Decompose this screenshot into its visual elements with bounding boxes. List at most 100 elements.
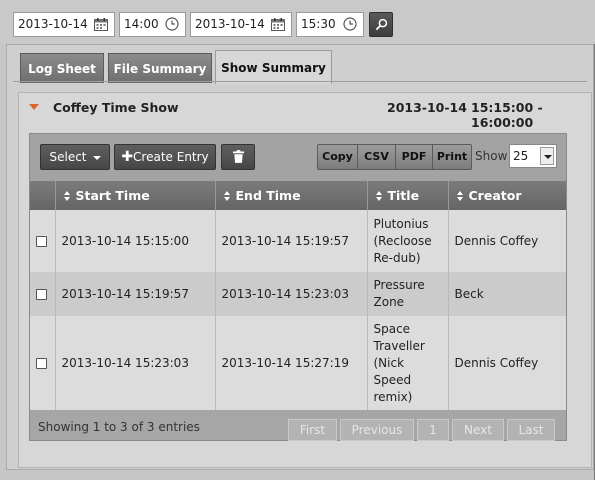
pager-label: First	[299, 423, 326, 437]
pager-label: 1	[429, 423, 437, 437]
create-entry-button[interactable]: ✚Create Entry	[114, 144, 216, 170]
tab-log-sheet[interactable]: Log Sheet	[20, 53, 104, 83]
column-header-creator[interactable]: Creator	[448, 181, 566, 210]
select-column-header	[30, 181, 56, 210]
pager-label: Previous	[351, 423, 403, 437]
start-date-field[interactable]: 2013-10-14	[13, 12, 115, 37]
row-checkbox-cell	[30, 316, 56, 411]
sort-icon	[456, 191, 464, 202]
export-button-group: Copy CSV PDF Print	[317, 144, 472, 170]
title-cell: Pressure Zone	[367, 272, 449, 316]
title-cell: Plutonius (Recloose Re-dub)	[367, 210, 449, 272]
creator-cell: Beck	[448, 272, 566, 316]
tab-label: File Summary	[113, 62, 207, 76]
chevron-down-icon[interactable]	[540, 147, 554, 165]
end-time-cell: 2013-10-14 15:19:57	[215, 210, 368, 272]
table-row[interactable]: 2013-10-14 15:23:03 2013-10-14 15:27:19 …	[30, 316, 566, 411]
end-time-value: 15:30	[301, 17, 336, 31]
creator-cell: Dennis Coffey	[448, 316, 566, 411]
pdf-label: PDF	[401, 150, 427, 163]
tab-label: Log Sheet	[28, 62, 96, 76]
pager-first-button[interactable]: First	[288, 419, 337, 441]
show-time-range: 15:15:00 - 16:00:00	[471, 100, 543, 130]
start-time-cell: 2013-10-14 15:19:57	[55, 272, 216, 316]
start-time-cell: 2013-10-14 15:23:03	[55, 316, 216, 411]
pager-label: Next	[464, 423, 492, 437]
title-line: Zone	[373, 295, 405, 309]
end-date-value: 2013-10-14	[195, 17, 265, 31]
end-time-field[interactable]: 15:30	[296, 12, 364, 37]
sort-icon	[223, 191, 231, 202]
select-dropdown-button[interactable]: Select	[40, 144, 110, 170]
table-toolbar: Select ✚Create Entry Copy CSV PDF Print …	[30, 134, 566, 181]
page-size-value: 25	[513, 149, 529, 163]
column-label: Creator	[468, 188, 522, 203]
column-label: Title	[387, 188, 420, 203]
title-line: Speed	[373, 373, 412, 387]
pager-page-1-button[interactable]: 1	[417, 419, 449, 441]
pager-label: Last	[518, 423, 544, 437]
start-time-value: 14:00	[124, 17, 159, 31]
app-frame: 2013-10-14 14:00 2013-10-14 15:30 Log Sh…	[0, 0, 595, 480]
title-line: Re-dub)	[373, 250, 421, 265]
tab-show-summary[interactable]: Show Summary	[215, 50, 332, 84]
copy-button[interactable]: Copy	[318, 145, 358, 169]
title-line: Space	[373, 322, 411, 336]
column-header-start-time[interactable]: Start Time	[55, 181, 216, 210]
column-header-title[interactable]: Title	[367, 181, 449, 210]
clock-icon[interactable]	[343, 17, 357, 31]
title-line: Pressure	[373, 278, 425, 292]
end-time-cell: 2013-10-14 15:23:03	[215, 272, 368, 316]
pager-last-button[interactable]: Last	[507, 419, 555, 441]
page-size-label: Show	[475, 149, 508, 163]
chevron-down-icon	[92, 155, 101, 160]
csv-label: CSV	[364, 150, 389, 163]
title-cell: Space Traveller (Nick Speed remix)	[367, 316, 449, 411]
pager-previous-button[interactable]: Previous	[340, 419, 414, 441]
creator-cell: Dennis Coffey	[448, 210, 566, 272]
delete-button[interactable]	[221, 144, 255, 170]
end-time-cell: 2013-10-14 15:27:19	[215, 316, 368, 411]
tab-file-summary[interactable]: File Summary	[108, 53, 212, 83]
table-header-row: Start Time End Time Title Creator	[30, 181, 566, 210]
main-panel: Log Sheet File Summary Show Summary Coff…	[6, 44, 594, 470]
pager-next-button[interactable]: Next	[452, 419, 504, 441]
sort-icon	[63, 191, 71, 202]
print-button[interactable]: Print	[433, 145, 471, 169]
title-line: Traveller	[373, 339, 425, 353]
row-checkbox-cell	[30, 210, 56, 272]
show-summary-panel: Coffey Time Show 2013-10-14 15:15:00 - 1…	[18, 92, 592, 468]
row-checkbox[interactable]	[36, 235, 47, 247]
page-size-select[interactable]: 25	[509, 144, 557, 168]
column-header-end-time[interactable]: End Time	[215, 181, 368, 210]
plus-icon: ✚	[121, 149, 134, 165]
tab-divider	[13, 81, 587, 82]
title-line: (Recloose	[373, 233, 432, 248]
csv-button[interactable]: CSV	[358, 145, 396, 169]
collapse-caret-icon[interactable]	[29, 104, 39, 110]
end-date-field[interactable]: 2013-10-14	[190, 12, 292, 37]
row-checkbox[interactable]	[36, 288, 47, 300]
copy-label: Copy	[322, 150, 353, 163]
column-label: End Time	[235, 188, 301, 203]
start-time-field[interactable]: 14:00	[119, 12, 186, 37]
pdf-button[interactable]: PDF	[396, 145, 433, 169]
search-icon	[375, 18, 388, 31]
entries-info: Showing 1 to 3 of 3 entries	[38, 420, 200, 434]
calendar-icon[interactable]	[94, 18, 108, 31]
show-date: 2013-10-14	[387, 100, 467, 115]
select-label: Select	[49, 150, 87, 164]
table-row[interactable]: 2013-10-14 15:19:57 2013-10-14 15:23:03 …	[30, 272, 566, 316]
show-header[interactable]: Coffey Time Show 2013-10-14 15:15:00 - 1…	[19, 93, 591, 130]
print-label: Print	[436, 150, 468, 163]
row-checkbox[interactable]	[36, 358, 47, 369]
table-row[interactable]: 2013-10-14 15:15:00 2013-10-14 15:19:57 …	[30, 210, 566, 272]
tab-label: Show Summary	[221, 61, 326, 75]
title-line: Plutonius	[373, 216, 429, 231]
calendar-icon[interactable]	[271, 18, 285, 31]
date-filter-bar: 2013-10-14 14:00 2013-10-14 15:30	[0, 0, 595, 44]
start-date-value: 2013-10-14	[18, 17, 88, 31]
clock-icon[interactable]	[165, 17, 179, 31]
search-button[interactable]	[369, 12, 393, 37]
title-line: (Nick	[373, 356, 405, 370]
